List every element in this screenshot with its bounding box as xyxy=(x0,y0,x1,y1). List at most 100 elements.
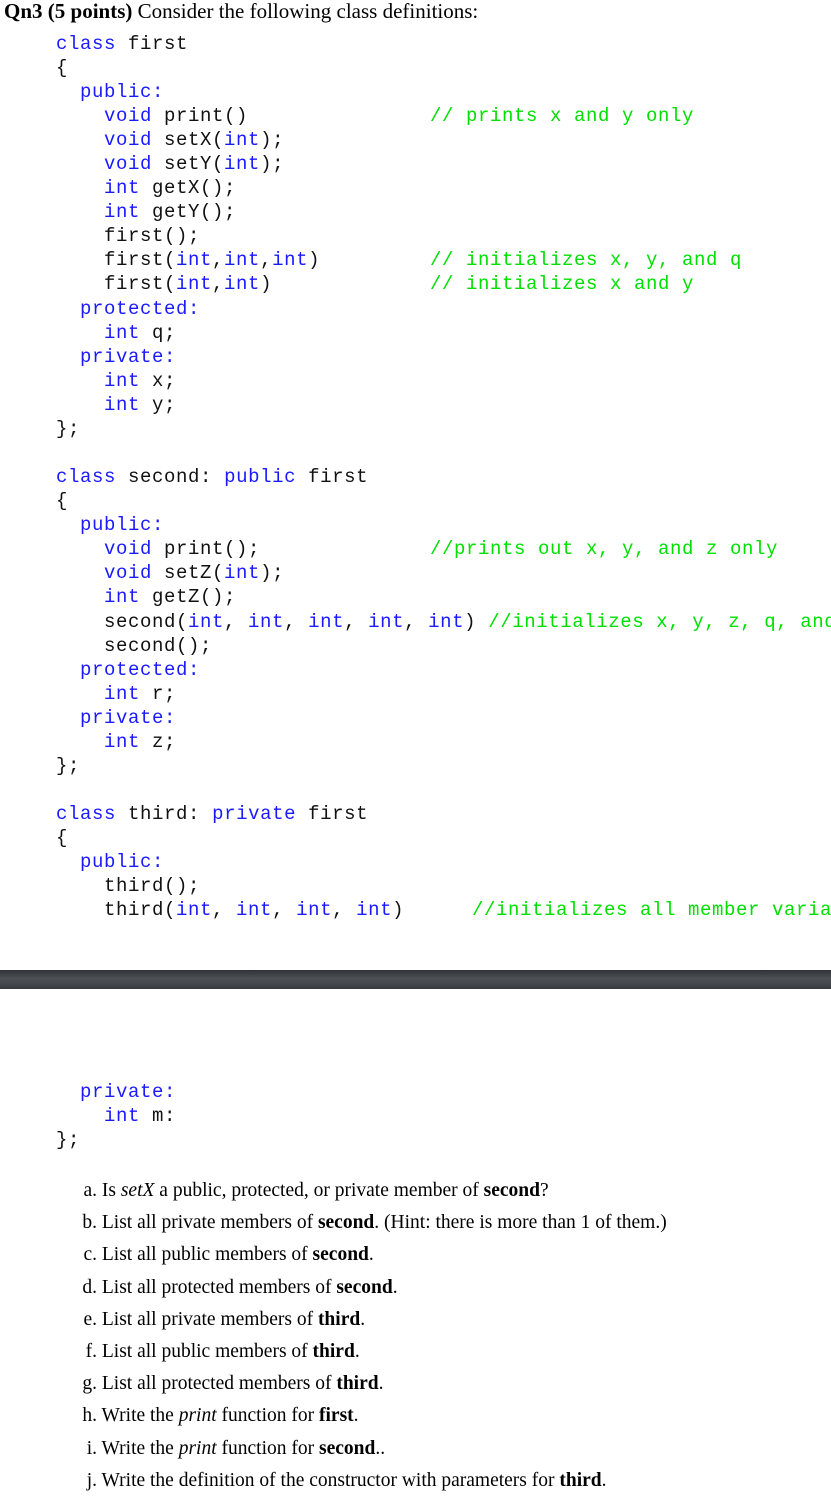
comment: // prints x and y only xyxy=(430,105,695,127)
param-type: int xyxy=(368,611,405,633)
open-brace: { xyxy=(56,490,69,512)
member-ctor-5: second(int, int, int, int, int) //initia… xyxy=(104,610,831,634)
class-third-continued: private: int m: }; xyxy=(56,1080,175,1176)
private-label: private: xyxy=(80,707,177,729)
param-type: int xyxy=(248,611,285,633)
question-text: List all public members of xyxy=(101,1341,313,1362)
question-label: c. xyxy=(83,1244,97,1265)
question-text: . xyxy=(601,1470,607,1491)
question-italic: setX xyxy=(120,1180,155,1201)
question-item: d. List all protected members of second. xyxy=(70,1277,397,1299)
punct: ) xyxy=(392,899,405,921)
question-label: b. xyxy=(82,1212,97,1233)
comment: // initializes x and y xyxy=(430,273,695,295)
question-item: b. List all private members of second. (… xyxy=(70,1212,667,1234)
punct: ) xyxy=(308,249,321,271)
param-type: int xyxy=(224,273,261,295)
comment: // initializes x, y, and q xyxy=(430,249,743,271)
type: void xyxy=(104,105,153,127)
question-label: h. xyxy=(82,1405,97,1426)
member-q: int q; xyxy=(104,321,176,345)
question-bold: third xyxy=(317,1309,361,1330)
param-type: int xyxy=(188,611,225,633)
question-text: . (Hint: there is more than 1 of them.) xyxy=(374,1212,667,1233)
question-text: List all private members of xyxy=(101,1309,318,1330)
question-item: a. Is setX a public, protected, or priva… xyxy=(70,1180,549,1202)
comment: //initializes x, y, z, q, and r xyxy=(488,611,831,633)
member-ctor-default: first(); xyxy=(104,225,201,247)
base-class: first xyxy=(308,466,369,488)
class-third-header: class third: private first xyxy=(56,802,368,826)
member-name: third( xyxy=(104,899,177,921)
question-italic: print xyxy=(178,1405,217,1426)
question-text: a public, protected, or private member o… xyxy=(154,1180,484,1201)
member-ctor-default: third(); xyxy=(104,875,201,897)
type: int xyxy=(104,177,141,199)
class-second-header: class second: public first xyxy=(56,465,368,489)
param-type: int xyxy=(236,899,273,921)
class-name: third: xyxy=(128,803,201,825)
class-first-header: class first xyxy=(56,32,188,56)
member-name: r; xyxy=(152,683,177,705)
open-brace: { xyxy=(56,827,69,849)
question-bold: second xyxy=(336,1277,393,1298)
question-text: Is xyxy=(101,1180,121,1201)
member-name: x; xyxy=(152,370,177,392)
question-text: . xyxy=(360,1309,366,1330)
protected-label: protected: xyxy=(80,659,201,681)
question-bold: third xyxy=(336,1373,379,1394)
public-label: public: xyxy=(80,851,165,873)
type: int xyxy=(104,370,141,392)
param-type: int xyxy=(176,899,213,921)
question-item: i. Write the print function for second.. xyxy=(70,1438,385,1460)
param-type: int xyxy=(224,562,261,584)
param-type: int xyxy=(296,899,333,921)
question-text: . xyxy=(354,1341,360,1362)
access-specifier: private xyxy=(212,803,297,825)
close-brace: }; xyxy=(56,1129,81,1151)
member-getz: int getZ(); xyxy=(104,585,236,609)
base-class: first xyxy=(308,803,369,825)
member-ctor-default: second(); xyxy=(104,635,213,657)
member-getx: int getX(); xyxy=(104,176,236,200)
param-type: int xyxy=(272,249,309,271)
type: int xyxy=(104,586,141,608)
member-name: setZ( xyxy=(164,562,225,584)
question-bold: second xyxy=(483,1180,540,1201)
member-z: int z; xyxy=(104,730,176,754)
question-item: c. List all public members of second. xyxy=(70,1244,374,1266)
question-label: f. xyxy=(85,1341,97,1362)
member-name: first( xyxy=(104,273,177,295)
question-text: . xyxy=(368,1244,374,1265)
member-name: q; xyxy=(152,322,177,344)
type: void xyxy=(104,153,153,175)
member-name: getZ(); xyxy=(152,586,237,608)
member-name: getX(); xyxy=(152,177,237,199)
type: int xyxy=(104,683,141,705)
comment: //prints out x, y, and z only xyxy=(430,538,779,560)
question-bold: second xyxy=(317,1212,375,1233)
param-type: int xyxy=(224,129,261,151)
question-item: h. Write the print function for first. xyxy=(70,1405,358,1427)
question-text: Write the xyxy=(101,1438,179,1459)
question-item: e. List all private members of third. xyxy=(70,1309,365,1331)
member-y: int y; xyxy=(104,393,176,417)
question-text: . xyxy=(378,1373,384,1394)
question-bold: third xyxy=(312,1341,355,1362)
type: int xyxy=(104,1105,141,1127)
keyword: class xyxy=(56,803,117,825)
question-italic: print xyxy=(178,1438,217,1459)
class-name: first xyxy=(128,33,189,55)
question-text: List all protected members of xyxy=(101,1277,337,1298)
member-x: int x; xyxy=(104,369,176,393)
param-type: int xyxy=(176,249,213,271)
question-text: ? xyxy=(539,1180,549,1201)
member-r: int r; xyxy=(104,682,176,706)
question-number: Qn3 xyxy=(4,0,43,23)
question-points: (5 points) xyxy=(47,0,133,23)
question-heading: Qn3 (5 points) Consider the following cl… xyxy=(4,0,478,24)
member-name: z; xyxy=(152,731,177,753)
close-brace: }; xyxy=(56,755,81,777)
public-label: public: xyxy=(80,81,165,103)
member-name: setY( xyxy=(164,153,225,175)
